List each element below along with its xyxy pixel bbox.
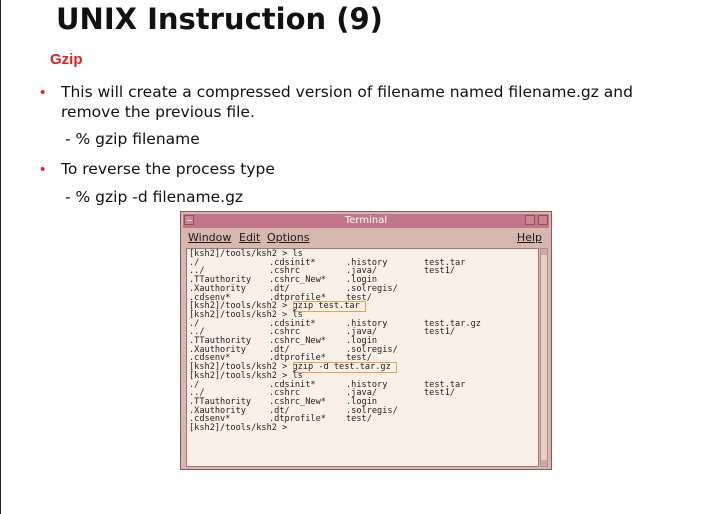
maximize-button[interactable] <box>538 215 548 225</box>
bullet-marker: • <box>40 161 46 178</box>
bullet-text-2: To reverse the process type <box>61 160 275 178</box>
section-subtitle: Gzip <box>50 51 83 68</box>
minimize-button[interactable] <box>525 215 535 225</box>
page-title: UNIX Instruction (9) <box>56 2 383 36</box>
terminal-window: Terminal Window Edit Options Help [ksh2]… <box>180 211 552 470</box>
terminal-listing-cell: test1/ <box>424 327 456 338</box>
bullet-text-1: This will create a compressed version of… <box>61 83 633 121</box>
bullet-marker: • <box>40 84 46 101</box>
bullet-sub-2: - % gzip -d filename.gz <box>65 188 244 206</box>
terminal-listing-cell: test/ <box>346 414 372 425</box>
terminal-output[interactable]: [ksh2]/tools/ksh2 > ls ./.cdsinit* .histor… <box>186 248 539 467</box>
menu-window[interactable]: Window <box>188 231 231 244</box>
menu-options[interactable]: Options <box>267 231 309 244</box>
scroll-up-arrow[interactable] <box>541 249 547 255</box>
scroll-down-arrow[interactable] <box>541 460 547 466</box>
menu-help[interactable]: Help <box>517 231 542 244</box>
terminal-listing-cell: test1/ <box>424 266 456 277</box>
terminal-scrollbar[interactable] <box>540 248 548 467</box>
terminal-menubar: Window Edit Options Help <box>183 229 549 245</box>
terminal-title: Terminal <box>344 215 388 226</box>
terminal-titlebar[interactable]: Terminal <box>183 214 549 228</box>
terminal-line: [ksh2]/tools/ksh2 > <box>189 423 288 433</box>
terminal-listing-cell: test1/ <box>424 388 456 399</box>
bullet-sub-1: - % gzip filename <box>65 130 200 148</box>
menu-edit[interactable]: Edit <box>239 231 260 244</box>
slide-left-border <box>0 0 1 514</box>
